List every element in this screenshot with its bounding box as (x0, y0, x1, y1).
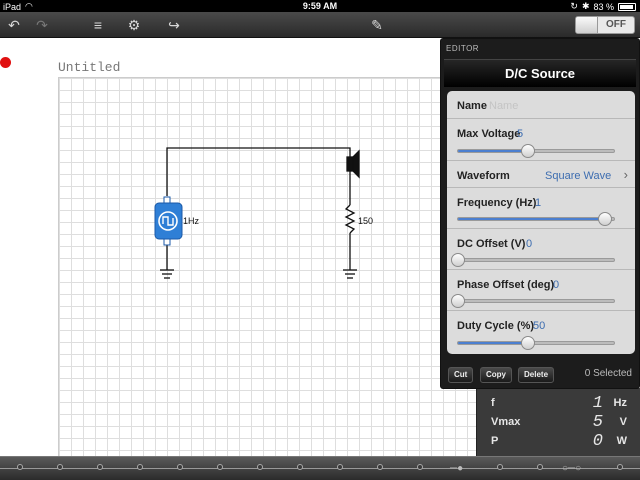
property-label: Duty Cycle (%) (457, 320, 535, 332)
meter-value: 1 (592, 394, 603, 413)
property-value: 5 (517, 128, 524, 140)
name-input[interactable]: Name (489, 100, 518, 112)
property-list: Name Name Max Voltage 5 Waveform Square … (447, 91, 635, 354)
property-phase-offset: Phase Offset (deg) 0 (447, 270, 635, 311)
property-label: Name (457, 100, 487, 112)
palette-key-icon[interactable]: ─● (450, 463, 463, 474)
slider-thumb[interactable] (521, 336, 536, 350)
delete-button[interactable]: Delete (518, 367, 555, 383)
palette-pin-icon[interactable] (257, 464, 263, 470)
palette-pin-icon[interactable] (417, 464, 423, 470)
palette-switch-icon[interactable]: ○─○ (562, 463, 581, 474)
slider-thumb[interactable] (451, 294, 465, 308)
cut-button[interactable]: Cut (448, 367, 474, 383)
meter-value: 5 (592, 413, 603, 432)
source-frequency-label: 1Hz (183, 216, 200, 226)
component-palette-bar[interactable]: ─● ○─○ (0, 456, 640, 480)
slider-thumb[interactable] (521, 144, 536, 158)
palette-pin-icon[interactable] (17, 464, 23, 470)
palette-pin-icon[interactable] (137, 464, 143, 470)
property-value: 0 (553, 279, 560, 291)
property-label: Phase Offset (deg) (457, 279, 555, 291)
meter-label: P (491, 435, 499, 447)
property-label: Max Voltage (457, 128, 521, 140)
wire-top (166, 147, 351, 196)
resistor-value-label: 150 (358, 216, 374, 226)
palette-pin-icon[interactable] (497, 464, 503, 470)
palette-pin-icon[interactable] (97, 464, 103, 470)
duty-cycle-slider[interactable] (457, 336, 615, 350)
meter-label: f (491, 397, 495, 409)
palette-pin-icon[interactable] (617, 464, 623, 470)
palette-pin-icon[interactable] (337, 464, 343, 470)
property-frequency: Frequency (Hz) 1 (447, 188, 635, 229)
palette-pin-icon[interactable] (537, 464, 543, 470)
editor-panel: EDITOR D/C Source Name Name Max Voltage … (440, 38, 640, 389)
property-max-voltage: Max Voltage 5 (447, 119, 635, 161)
meter-row: Vmax 5 V (477, 413, 640, 432)
meter-value: 0 (592, 432, 603, 451)
waveform-value: Square Wave (545, 170, 612, 182)
speaker-cone (352, 149, 360, 179)
editor-header: EDITOR (446, 44, 480, 53)
palette-pin-icon[interactable] (177, 464, 183, 470)
meter-unit: Hz (613, 397, 627, 409)
property-waveform[interactable]: Waveform Square Wave › (447, 161, 635, 188)
slider-fill (458, 342, 529, 344)
editor-footer: Cut Copy Delete 0 Selected (444, 364, 636, 386)
speaker-body (346, 156, 354, 172)
property-value: 1 (535, 197, 542, 209)
meter-row: f 1 Hz (477, 394, 640, 413)
meter-label: Vmax (491, 416, 521, 428)
palette-pin-icon[interactable] (57, 464, 63, 470)
slider-fill (458, 218, 605, 220)
editor-title: D/C Source (504, 66, 576, 81)
selected-count: 0 Selected (584, 368, 632, 379)
copy-button[interactable]: Copy (480, 367, 512, 383)
chevron-right-icon: › (623, 167, 628, 182)
slider-thumb[interactable] (597, 212, 612, 226)
dc-offset-slider[interactable] (451, 253, 615, 267)
max-voltage-slider[interactable] (457, 144, 615, 158)
palette-rail (0, 468, 640, 469)
meter-readout: f 1 Hz Vmax 5 V P 0 W (476, 388, 640, 456)
slider-fill (458, 150, 529, 152)
property-name[interactable]: Name Name (447, 91, 635, 119)
property-label: DC Offset (V) (457, 238, 526, 250)
property-label: Frequency (Hz) (457, 197, 537, 209)
property-value: 50 (533, 320, 546, 332)
property-label: Waveform (457, 170, 510, 182)
property-duty-cycle: Duty Cycle (%) 50 (447, 311, 635, 354)
palette-pin-icon[interactable] (217, 464, 223, 470)
slider-thumb[interactable] (451, 253, 465, 267)
phase-offset-slider[interactable] (451, 294, 615, 308)
palette-pin-icon[interactable] (377, 464, 383, 470)
meter-row: P 0 W (477, 432, 640, 451)
editor-title-bar: D/C Source (444, 59, 636, 87)
resistor-zigzag (344, 204, 356, 234)
meter-unit: W (616, 435, 627, 447)
property-value: 0 (526, 238, 533, 250)
palette-pin-icon[interactable] (297, 464, 303, 470)
property-dc-offset: DC Offset (V) 0 (447, 229, 635, 270)
meter-unit: V (619, 416, 627, 428)
frequency-slider[interactable] (457, 212, 615, 226)
signal-source-component[interactable] (154, 196, 183, 246)
